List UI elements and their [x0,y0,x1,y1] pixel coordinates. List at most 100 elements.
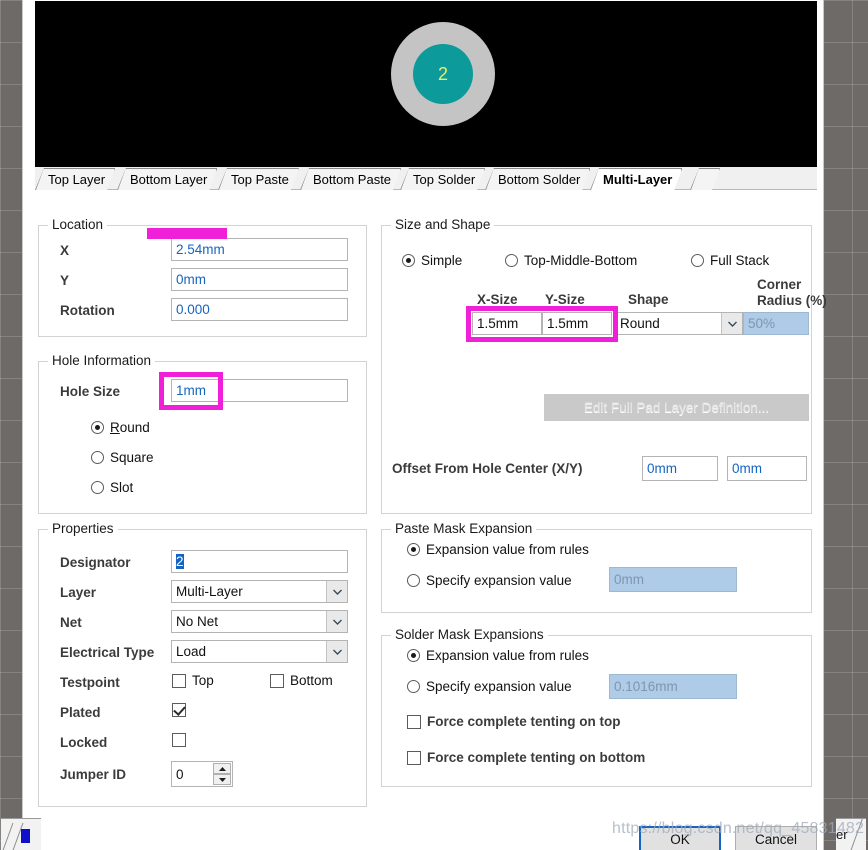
editor-tab-partial-left[interactable] [1,818,41,850]
jumper-id-spin-buttons[interactable] [213,763,231,785]
jumper-id-stepper[interactable]: 0 [171,761,233,787]
hole-shape-slot-label: Slot [110,480,134,495]
layer-tab-top-layer[interactable]: Top Layer [35,168,115,190]
location-rotation-field[interactable]: 0.000 [171,298,348,321]
designator-label: Designator [60,555,131,570]
spinner-up-icon[interactable] [213,763,231,774]
pad-mode-full-stack-radio[interactable]: Full Stack [691,253,769,268]
paste-mask-from-rules-radio[interactable]: Expansion value from rules [407,542,589,557]
layer-combo[interactable]: Multi-Layer [171,580,348,603]
chevron-down-icon[interactable] [326,581,347,602]
hole-shape-square-radio[interactable]: Square [91,450,154,465]
layer-tab-bottom-paste[interactable]: Bottom Paste [300,168,401,190]
location-group-legend: Location [48,217,108,232]
offset-y-field[interactable]: 0mm [727,456,807,481]
chevron-down-icon[interactable] [721,313,742,334]
designator-field[interactable]: 2 [171,550,348,573]
plated-checkbox[interactable] [172,703,186,717]
location-y-value: 0mm [176,272,206,287]
offset-from-hole-center-label: Offset From Hole Center (X/Y) [392,461,583,476]
layer-tab-label: Top Paste [231,172,289,187]
radio-dot-icon [91,481,104,494]
force-tenting-top-checkbox[interactable]: Force complete tenting on top [407,714,621,729]
hole-shape-round-label: ound [119,420,150,435]
pad-y-size-value: 1.5mm [547,316,589,331]
edit-full-pad-layer-definition-label: Edit Full Pad Layer Definition... [583,400,770,415]
radio-dot-icon [407,649,420,662]
layer-tab-top-paste[interactable]: Top Paste [218,168,299,190]
layer-tab-bottom-solder[interactable]: Bottom Solder [485,168,590,190]
paste-mask-from-rules-label: Expansion value from rules [426,542,589,557]
force-tenting-bottom-checkbox[interactable]: Force complete tenting on bottom [407,750,645,765]
layer-tab-label: Bottom Paste [313,172,392,187]
offset-x-value: 0mm [647,461,677,476]
solder-mask-expansions-group-legend: Solder Mask Expansions [391,627,548,642]
pad-preview-outer-ring: 2 [391,22,495,126]
layer-tab-overflow[interactable] [690,168,720,190]
shape-header: Shape [628,292,669,307]
pad-mode-top-middle-bottom-label: Top-Middle-Bottom [524,253,638,268]
force-tenting-bottom-label: Force complete tenting on bottom [427,750,646,765]
paste-mask-specify-label: Specify expansion value [426,573,572,588]
radio-dot-icon [91,421,104,434]
pad-shape-combo[interactable]: Round [615,312,743,335]
editor-tab-partial-right[interactable]: er [836,818,866,850]
testpoint-top-label: Top [192,673,214,688]
location-rotation-label: Rotation [60,303,115,318]
solder-mask-from-rules-radio[interactable]: Expansion value from rules [407,648,589,663]
testpoint-bottom-checkbox[interactable]: Bottom [270,673,333,688]
hole-shape-round-accel: R [110,420,120,435]
cancel-button[interactable]: Cancel [735,826,817,850]
layer-tab-label: Top Solder [413,172,476,187]
hole-size-label: Hole Size [60,384,121,399]
pad-preview-canvas: 2 [35,1,817,167]
chevron-down-icon[interactable] [326,641,347,662]
chevron-down-icon[interactable] [326,611,347,632]
layer-tab-bottom-layer[interactable]: Bottom Layer [117,168,217,190]
paste-mask-specify-radio[interactable]: Specify expansion value [407,573,572,588]
pad-properties-dialog: 2 Top Layer Bottom Layer Top Paste Botto… [23,0,827,850]
layer-tab-multi-layer[interactable]: Multi-Layer [590,168,682,190]
pcb-canvas-grid-right [822,0,868,850]
layer-tab-strip: Top Layer Bottom Layer Top Paste Bottom … [35,167,817,190]
corner-radius-header-line2: Radius (%) [757,293,827,308]
hole-shape-round-radio[interactable]: Round [91,420,150,435]
location-x-label: X [60,243,70,258]
electrical-type-label: Electrical Type [60,645,155,660]
hole-size-field[interactable]: 1mm [171,379,348,402]
pad-preview-designator-label: 2 [437,63,448,84]
layer-combo-value: Multi-Layer [176,584,243,599]
testpoint-label: Testpoint [60,675,120,690]
tab-divider [850,819,863,850]
spinner-down-icon[interactable] [213,774,231,785]
layer-tab-top-solder[interactable]: Top Solder [400,168,485,190]
plated-label: Plated [60,705,101,720]
radio-dot-icon [407,574,420,587]
pad-mode-top-middle-bottom-radio[interactable]: Top-Middle-Bottom [505,253,637,268]
solder-mask-from-rules-label: Expansion value from rules [426,648,589,663]
pad-x-size-field[interactable]: 1.5mm [472,312,542,335]
solder-mask-specify-radio[interactable]: Specify expansion value [407,679,572,694]
location-y-field[interactable]: 0mm [171,268,348,291]
ok-button[interactable]: OK [639,826,721,850]
testpoint-top-checkbox[interactable]: Top [172,673,214,688]
pad-shape-combo-value: Round [620,316,660,331]
offset-x-field[interactable]: 0mm [642,456,718,481]
radio-dot-icon [691,254,704,267]
hole-shape-slot-radio[interactable]: Slot [91,480,133,495]
pad-y-size-field[interactable]: 1.5mm [542,312,612,335]
pad-mode-simple-radio[interactable]: Simple [402,253,462,268]
net-combo[interactable]: No Net [171,610,348,633]
checkbox-icon [270,673,284,688]
x-size-header: X-Size [477,292,518,307]
layer-tab-label: Bottom Layer [130,172,208,187]
electrical-type-combo[interactable]: Load [171,640,348,663]
locked-checkbox[interactable] [172,733,186,747]
location-x-value: 2.54mm [176,242,225,257]
tab-divider [1,823,14,850]
layer-label: Layer [60,585,97,600]
location-rotation-value: 0.000 [176,302,210,317]
edit-full-pad-layer-definition-button: Edit Full Pad Layer Definition... [544,394,809,421]
location-x-field[interactable]: 2.54mm [171,238,348,261]
hole-size-value: 1mm [176,383,206,398]
